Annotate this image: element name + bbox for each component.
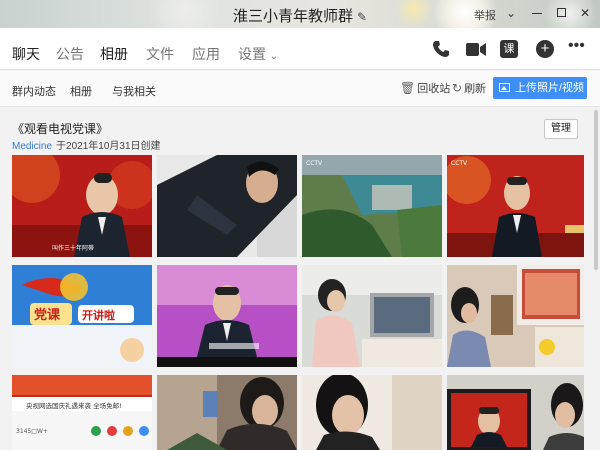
- recycle-bin-label: 回收站: [417, 83, 451, 95]
- photo-thumbnail[interactable]: 党课 开讲啦: [12, 265, 152, 367]
- title-bar: 淮三小青年教师群 ✎ 举报 ⌄ ✕: [0, 0, 600, 28]
- image-upload-icon: [499, 83, 510, 92]
- tab-announcement[interactable]: 公告: [56, 44, 84, 64]
- subnav-album[interactable]: 相册: [70, 83, 92, 99]
- video-caption: 党课: [34, 307, 61, 323]
- manage-button[interactable]: 管理: [544, 119, 578, 139]
- album-title: 《观看电视党课》: [12, 122, 109, 136]
- ad-code-text: 3145□W+: [16, 428, 48, 435]
- svg-text:CCTV: CCTV: [451, 160, 468, 167]
- upload-button[interactable]: 上传照片/视频: [493, 77, 587, 99]
- photo-thumbnail[interactable]: [447, 375, 584, 450]
- video-call-icon[interactable]: [466, 42, 486, 57]
- photo-thumbnail[interactable]: 叫作三十年阿蒂: [12, 155, 152, 257]
- video-caption: 叫作三十年阿蒂: [52, 244, 94, 252]
- minimize-button[interactable]: [528, 4, 546, 22]
- phone-icon[interactable]: [432, 40, 450, 58]
- refresh-label: 刷新: [464, 83, 487, 95]
- class-icon[interactable]: 课: [500, 40, 518, 58]
- photo-thumbnail[interactable]: [302, 375, 442, 450]
- photo-thumbnail[interactable]: CCTV: [447, 155, 584, 257]
- chevron-down-icon[interactable]: ⌄: [502, 4, 520, 22]
- maximize-button[interactable]: [552, 4, 570, 22]
- refresh-button[interactable]: ↻ 刷新: [452, 80, 486, 96]
- tab-files[interactable]: 文件: [146, 44, 174, 64]
- photo-thumbnail[interactable]: 央视网选国庆礼遇来袭 全场免邮! 3145□W+: [12, 375, 152, 450]
- recycle-bin-button[interactable]: 🗑 回收站: [400, 80, 450, 96]
- tab-settings[interactable]: 设置 ⌄: [238, 44, 278, 64]
- ad-banner-text: 央视网选国庆礼遇来袭 全场免邮!: [26, 401, 122, 410]
- album-author[interactable]: Medicine: [12, 141, 52, 152]
- album-meta: Medicine 于2021年10月31日创建: [12, 137, 161, 152]
- subnav-related-to-me[interactable]: 与我相关: [112, 83, 156, 99]
- add-icon[interactable]: +: [536, 40, 554, 58]
- close-button[interactable]: ✕: [576, 4, 594, 22]
- photo-thumbnail[interactable]: [302, 265, 442, 367]
- photo-thumbnail[interactable]: [157, 375, 297, 450]
- scrollbar[interactable]: [594, 110, 598, 270]
- album-created: 于2021年10月31日创建: [56, 141, 161, 152]
- video-caption: 开讲啦: [82, 308, 115, 322]
- subnav-group-feed[interactable]: 群内动态: [12, 83, 56, 99]
- report-link[interactable]: 举报: [474, 7, 496, 23]
- edit-icon[interactable]: ✎: [357, 10, 367, 24]
- photo-thumbnail[interactable]: [157, 155, 297, 257]
- tab-album[interactable]: 相册: [100, 44, 128, 75]
- trash-icon: 🗑: [400, 81, 416, 95]
- photo-thumbnail[interactable]: [157, 265, 297, 367]
- svg-text:CCTV: CCTV: [306, 160, 323, 167]
- more-icon[interactable]: •••: [568, 37, 585, 55]
- upload-label: 上传照片/视频: [515, 82, 585, 94]
- photo-thumbnail[interactable]: [447, 265, 584, 367]
- group-name: 淮三小青年教师群: [232, 8, 353, 25]
- photo-thumbnail[interactable]: CCTV: [302, 155, 442, 257]
- tab-settings-label: 设置: [238, 46, 266, 62]
- refresh-icon: ↻: [452, 81, 463, 95]
- tab-chat[interactable]: 聊天: [12, 44, 40, 64]
- chevron-down-icon: ⌄: [269, 51, 279, 62]
- tab-apps[interactable]: 应用: [192, 44, 220, 64]
